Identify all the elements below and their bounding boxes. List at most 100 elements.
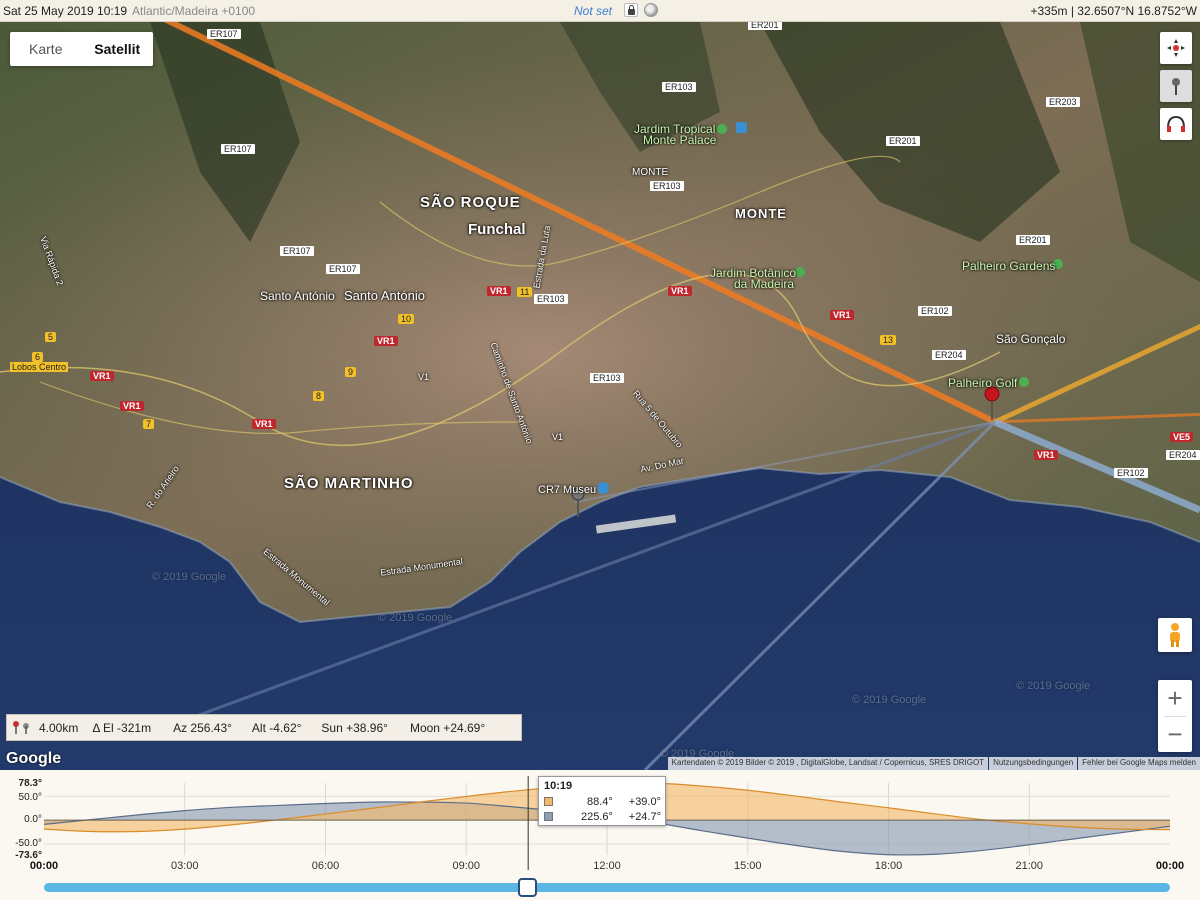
distance-pins-icon[interactable] — [11, 720, 33, 736]
road-vr1: VR1 — [374, 336, 398, 346]
terms-link[interactable]: Nutzungsbedingungen — [989, 757, 1078, 770]
sun-swatch — [544, 797, 553, 806]
elevation-coordinates: +335m | 32.6507°N 16.8752°W — [1030, 4, 1198, 18]
top-status-bar: Sat 25 May 2019 10:19 Atlantic/Madeira +… — [0, 0, 1200, 22]
road-er107: ER107 — [221, 144, 255, 154]
road-er201: ER201 — [1016, 235, 1050, 245]
timezone: Atlantic/Madeira +0100 — [132, 4, 256, 18]
road-er201: ER201 — [886, 136, 920, 146]
watermark: © 2019 Google — [1016, 680, 1091, 692]
x-tick-label: 12:00 — [593, 860, 621, 872]
map-imagery — [0, 22, 1200, 770]
map-type-satellit[interactable]: Satellit — [82, 32, 154, 66]
road-er107: ER107 — [280, 246, 314, 256]
road-vr1: VR1 — [90, 371, 114, 381]
road-8: 8 — [313, 391, 325, 401]
zoom-out-button[interactable]: − — [1158, 716, 1192, 752]
map-type-toggle: Karte Satellit — [10, 32, 153, 66]
road-vr1: VR1 — [830, 310, 854, 320]
road-7: 7 — [143, 419, 155, 429]
road-vr1: VR1 — [120, 401, 144, 411]
sun-altitude: Sun +38.96° — [321, 720, 388, 735]
label-monte: MONTE — [735, 206, 787, 221]
zoom-separator — [1164, 716, 1186, 717]
moon-altitude: Moon +24.69° — [409, 720, 486, 735]
road-vr1: VR1 — [487, 286, 511, 296]
road-5: 5 — [45, 332, 57, 342]
road-er103: ER103 — [650, 181, 684, 191]
label-sao-goncalo: São Gonçalo — [996, 332, 1066, 346]
label-v1-a: V1 — [418, 372, 430, 382]
distance: 4.00km — [39, 720, 79, 735]
altitude: Alt -4.62° — [251, 720, 302, 735]
google-logo[interactable]: Google — [6, 750, 61, 768]
locate-button[interactable] — [1160, 32, 1192, 64]
label-monte-palace[interactable]: Monte Palace — [643, 133, 716, 147]
road-vr1: VR1 — [252, 419, 276, 429]
tooltip-sun-azimuth: 88.4° — [587, 796, 613, 808]
report-error-link[interactable]: Fehler bei Google Maps melden — [1078, 757, 1200, 770]
road-er103: ER103 — [590, 373, 624, 383]
map-attribution: Kartendaten © 2019 Bilder © 2019 , Digit… — [667, 757, 1200, 770]
tooltip-time: 10:19 — [544, 780, 573, 792]
label-cr7-museu[interactable]: CR7 Museu — [538, 484, 596, 496]
zoom-control: + − — [1158, 680, 1192, 752]
moon-swatch — [544, 812, 553, 821]
y-label-50: 50.0° — [18, 792, 42, 803]
watermark: © 2019 Google — [378, 612, 453, 624]
x-tick-label: 03:00 — [170, 860, 199, 872]
pin-button[interactable] — [1160, 70, 1192, 102]
watermark: © 2019 Google — [152, 571, 227, 583]
label-v1-b: V1 — [552, 432, 564, 442]
road-er107: ER107 — [326, 264, 360, 274]
map-type-karte[interactable]: Karte — [10, 32, 82, 66]
label-palheiro-gardens[interactable]: Palheiro Gardens — [962, 259, 1055, 273]
tooltip-sun-altitude: +39.0° — [628, 796, 661, 808]
road-er102: ER102 — [918, 306, 952, 316]
road-11: 11 — [517, 287, 533, 297]
crosshair-icon — [1167, 39, 1185, 57]
x-tick-label: 15:00 — [733, 860, 762, 872]
tooltip-moon-azimuth: 225.6° — [581, 811, 613, 823]
y-label-minus50: -50.0° — [15, 838, 42, 849]
label-funchal: Funchal — [468, 221, 526, 238]
road-er201: ER201 — [748, 22, 782, 30]
street-view-pegman[interactable] — [1158, 618, 1192, 652]
road-9: 9 — [345, 367, 357, 377]
headphones-button[interactable] — [1160, 108, 1192, 140]
sun-moon-timeline[interactable]: 78.3° 50.0° 0.0° -50.0° -73.6° 00:00 03:0… — [0, 770, 1200, 900]
label-santo-antonio-1: Santo António — [260, 289, 335, 303]
road-er204: ER204 — [1166, 450, 1200, 460]
road-6: 6 — [32, 352, 44, 362]
pegman-icon — [1170, 623, 1180, 647]
road-er102: ER102 — [1114, 468, 1148, 478]
label-da-madeira[interactable]: da Madeira — [734, 277, 794, 291]
time-slider-thumb[interactable] — [518, 878, 538, 897]
x-tick-label: 18:00 — [874, 860, 903, 872]
location-status[interactable]: Not set — [574, 4, 612, 18]
road-er204: ER204 — [932, 350, 966, 360]
moon-phase-icon[interactable] — [644, 3, 658, 17]
road-ve5: VE5 — [1170, 432, 1194, 442]
zoom-in-button[interactable]: + — [1158, 680, 1192, 716]
label-palheiro-golf[interactable]: Palheiro Golf — [948, 376, 1017, 390]
y-label-0: 0.0° — [24, 814, 42, 825]
road-er103: ER103 — [662, 82, 696, 92]
x-tick-label: 06:00 — [311, 860, 340, 872]
road-vr1: VR1 — [1034, 450, 1058, 460]
attribution-text: Kartendaten © 2019 Bilder © 2019 , Digit… — [667, 757, 989, 770]
time-tooltip: 10:19 88.4° +39.0° 225.6° +24.7° — [538, 776, 666, 826]
headphones-icon — [1167, 115, 1185, 132]
label-lobos-centro: Lobos Centro — [10, 362, 69, 372]
measurement-info-bar: 4.00km Δ El -321m Az 256.43° Alt -4.62° … — [6, 714, 522, 741]
date-time[interactable]: Sat 25 May 2019 10:19 — [3, 4, 127, 18]
label-sao-martinho: SÃO MARTINHO — [284, 475, 414, 492]
satellite-map[interactable]: SÃO ROQUE Funchal MONTE MONTE Jardim Tro… — [0, 22, 1200, 770]
elevation-delta: Δ El -321m — [92, 720, 152, 735]
time-slider-track[interactable] — [44, 883, 1170, 892]
x-tick-label: 00:00 — [1155, 860, 1185, 872]
x-tick-label: 09:00 — [452, 860, 481, 872]
lock-icon[interactable] — [624, 3, 638, 17]
label-santo-antonio-2: Santo António — [344, 288, 425, 303]
label-sao-roque: SÃO ROQUE — [420, 194, 521, 211]
